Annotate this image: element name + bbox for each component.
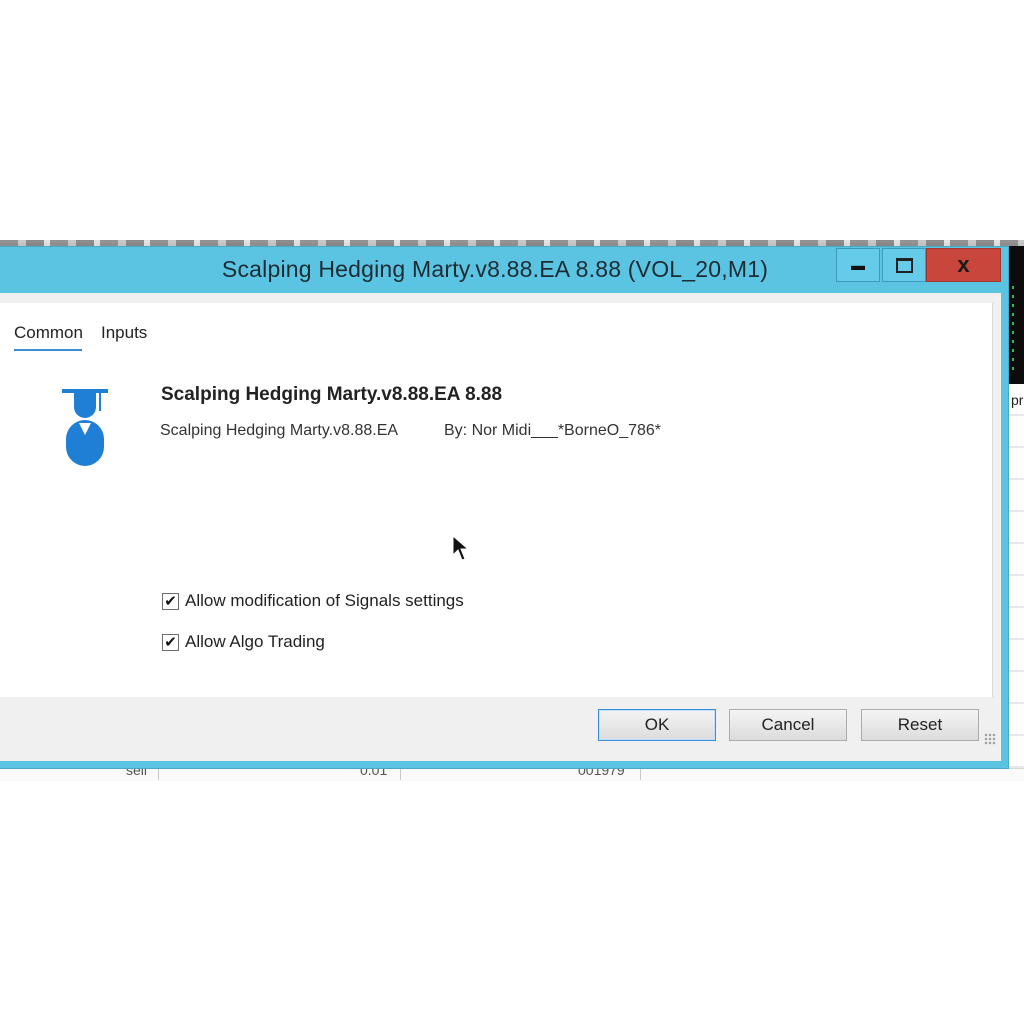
close-button[interactable]: x [926, 248, 1001, 282]
terminal-side-text: pr [1011, 392, 1024, 408]
allow-algo-trading-option[interactable]: ✔ Allow Algo Trading [162, 632, 325, 652]
ea-filename: Scalping Hedging Marty.v8.88.EA [160, 422, 399, 439]
ea-title: Scalping Hedging Marty.v8.88.EA 8.88 [161, 384, 503, 405]
close-icon: x [957, 252, 970, 277]
terminal-chart-panel [1008, 246, 1024, 384]
ea-properties-dialog: Scalping Hedging Marty.v8.88.EA 8.88 (VO… [0, 247, 1008, 768]
column-divider [640, 766, 641, 780]
column-divider [400, 766, 401, 780]
ea-author: By: Nor Midi___*BorneO_786* [444, 422, 662, 439]
minimize-button[interactable]: ▬ [836, 248, 880, 282]
allow-algo-trading-checkbox[interactable]: ✔ [162, 633, 179, 651]
column-divider [158, 766, 159, 780]
graduate-icon [62, 389, 108, 466]
terminal-header-strip [0, 240, 1024, 246]
cancel-button[interactable]: Cancel [729, 709, 847, 741]
reset-button[interactable]: Reset [861, 709, 979, 741]
tab-inputs[interactable]: Inputs [101, 323, 147, 343]
minimize-icon: ▬ [851, 257, 865, 273]
title-bar[interactable]: Scalping Hedging Marty.v8.88.EA 8.88 (VO… [0, 247, 1008, 293]
checkbox-label: Allow Algo Trading [185, 632, 325, 651]
checkbox-label: Allow modification of Signals settings [185, 591, 464, 610]
terminal-side-column [1008, 384, 1024, 780]
ok-button[interactable]: OK [598, 709, 716, 741]
allow-signals-modification-option[interactable]: ✔ Allow modification of Signals settings [162, 591, 464, 611]
terminal-trade-row [0, 768, 1024, 781]
maximize-button[interactable] [882, 248, 926, 282]
maximize-icon [895, 257, 913, 273]
dialog-client-area: Common Inputs Scalping Hedging Marty.v8.… [0, 293, 1001, 761]
common-tab-panel: Common Inputs Scalping Hedging Marty.v8.… [0, 303, 993, 697]
selected-tab-indicator [14, 349, 82, 351]
allow-signals-modification-checkbox[interactable]: ✔ [162, 592, 179, 610]
mouse-cursor-icon [452, 535, 470, 561]
tab-common[interactable]: Common [14, 323, 83, 343]
resize-grip[interactable] [984, 733, 996, 745]
